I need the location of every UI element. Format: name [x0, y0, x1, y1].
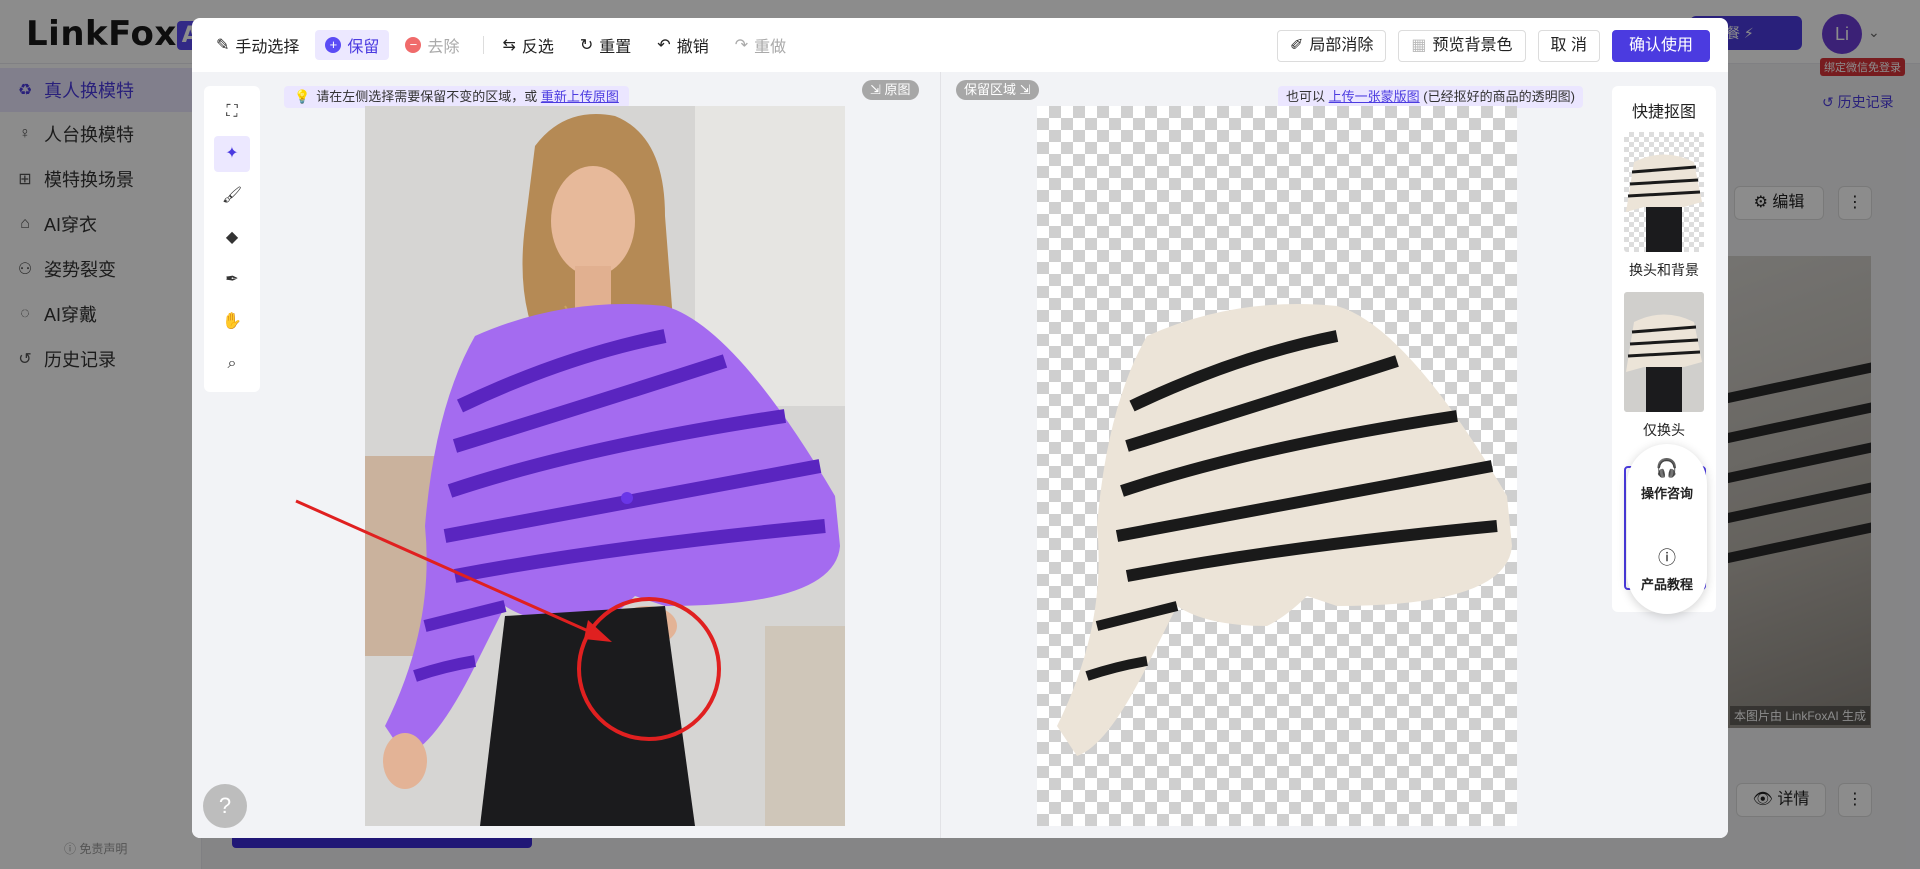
eraser-icon[interactable]: ◆ [214, 220, 250, 256]
keep-area-tag[interactable]: 保留区域 ⇲ [956, 80, 1039, 100]
headset-icon: 🎧 [1655, 458, 1679, 478]
quick-option-swap-head-bg[interactable] [1624, 132, 1704, 252]
help-button[interactable]: ? [203, 784, 247, 828]
floating-help-card: 🎧 操作咨询 ⓘ 产品教程 [1627, 444, 1707, 614]
remove-button[interactable]: − 去除 [395, 30, 469, 60]
quick-option-label: 换头和背景 [1629, 262, 1699, 278]
tool-palette: ⛶ ✦ 🖌 ◆ ✒ ✋ ⌕ [204, 86, 260, 392]
preview-background-button[interactable]: ▦ 预览背景色 [1398, 30, 1526, 62]
pen-icon[interactable]: ✒ [214, 262, 250, 298]
quick-option-swap-head-only[interactable] [1624, 292, 1704, 412]
smart-select-icon[interactable]: ⛶ [214, 94, 250, 130]
redo-icon: ↷ [734, 37, 749, 54]
product-tutorial-button[interactable]: ⓘ 产品教程 [1627, 544, 1707, 593]
cutout-preview-canvas[interactable] [1037, 106, 1517, 826]
keep-button[interactable]: + 保留 [315, 30, 390, 60]
question-circle-icon: ⓘ [1658, 548, 1676, 568]
manual-select-button[interactable]: ✎ 手动选择 [206, 30, 309, 60]
reupload-original-link[interactable]: 重新上传原图 [541, 89, 619, 104]
refresh-icon: ↻ [579, 37, 594, 54]
right-hint-banner: 也可以 上传一张蒙版图 (已经抠好的商品的透明图) [1278, 86, 1583, 108]
quick-option-label: 仅换头 [1643, 422, 1685, 438]
panel-divider [940, 72, 941, 838]
toolbar-divider [483, 36, 485, 54]
eraser-icon: ✐ [1289, 37, 1304, 54]
confirm-button[interactable]: 确认使用 [1611, 30, 1710, 62]
undo-icon: ↶ [657, 37, 671, 54]
operation-consult-button[interactable]: 🎧 操作咨询 [1627, 458, 1707, 502]
quick-matting-title: 快捷抠图 [1631, 104, 1696, 121]
magic-wand-icon: ✎ [216, 37, 230, 54]
thumb-head-only [1624, 292, 1704, 412]
matting-editor-modal: ✎ 手动选择 + 保留 − 去除 ⇆ 反选 ↻ 重置 ↶ 撤销 ↷ 重做 ✐ 局部消除 ▦ 预览背… [192, 18, 1728, 838]
undo-button[interactable]: ↶ 撤销 [647, 30, 718, 60]
checker-icon: ▦ [1411, 37, 1427, 54]
thumb-head-and-bg [1626, 154, 1702, 252]
local-erase-button[interactable]: ✐ 局部消除 [1276, 30, 1387, 62]
lightbulb-icon: 💡 [294, 89, 311, 104]
brush-icon[interactable]: 🖌 [214, 178, 250, 214]
redo-button[interactable]: ↷ 重做 [725, 30, 796, 60]
upload-mask-link[interactable]: 上传一张蒙版图 [1329, 89, 1420, 104]
editor-workspace: ⛶ ✦ 🖌 ◆ ✒ ✋ ⌕ ? 💡 请在左侧选择需要保留不变的区域，或 重新上传原… [192, 72, 1728, 838]
original-photo-canvas[interactable] [365, 106, 845, 826]
reset-button[interactable]: ↻ 重置 [570, 30, 641, 60]
swap-icon: ⇆ [502, 37, 516, 54]
original-image-tag[interactable]: ⇲ 原图 [862, 80, 919, 100]
hand-icon[interactable]: ✋ [214, 304, 250, 340]
left-hint-banner: 💡 请在左侧选择需要保留不变的区域，或 重新上传原图 [284, 86, 629, 108]
invert-button[interactable]: ⇆ 反选 [492, 30, 563, 60]
cancel-button[interactable]: 取 消 [1537, 30, 1600, 62]
magic-wand-icon[interactable]: ✦ [214, 136, 250, 172]
editor-toolbar: ✎ 手动选择 + 保留 − 去除 ⇆ 反选 ↻ 重置 ↶ 撤销 ↷ 重做 ✐ 局部消除 ▦ 预览背… [192, 18, 1728, 72]
model-photo [365, 106, 845, 826]
zoom-icon[interactable]: ⌕ [214, 346, 250, 382]
cutout-sweater [1057, 304, 1512, 756]
plus-circle-icon: + [325, 37, 342, 53]
minus-circle-icon: − [405, 37, 422, 53]
